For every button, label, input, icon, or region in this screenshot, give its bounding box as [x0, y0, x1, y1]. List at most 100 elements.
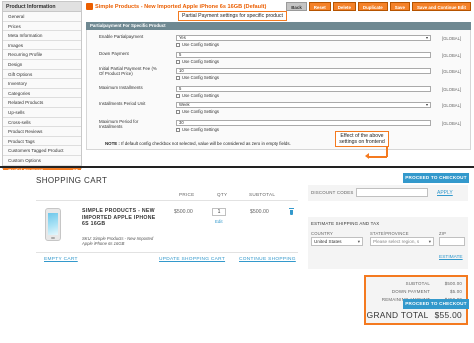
checkbox-label: Use Config Settings — [182, 75, 220, 80]
edit-link[interactable]: Edit — [215, 219, 223, 224]
section-header: Partialpayment For Specific Product — [86, 22, 471, 30]
delete-button[interactable]: Delete — [332, 2, 356, 11]
sidebar-title: Product Information — [3, 2, 81, 12]
save-continue-button[interactable]: Save and Continue Edit — [411, 2, 471, 11]
column-header-subtotal: SUBTOTAL — [249, 192, 276, 197]
item-price: $500.00 — [174, 209, 193, 215]
use-config-checkbox[interactable]: Use Config Settings — [176, 42, 219, 47]
quantity-input[interactable]: 1 — [212, 208, 226, 216]
initial-fee-input[interactable]: 10 — [176, 68, 431, 74]
table-divider — [36, 252, 298, 253]
subtotal-value: $500.00 — [444, 281, 462, 286]
sidebar-item-cross-sells[interactable]: Cross-sells — [3, 117, 81, 128]
zip-input[interactable] — [439, 237, 465, 246]
product-sku: SKU: Simple Products - New Imported Appl… — [82, 236, 154, 246]
estimate-link[interactable]: ESTIMATE — [439, 255, 463, 260]
note-label: NOTE : — [105, 141, 120, 146]
scope-label: [GLOBAL] — [442, 35, 462, 41]
sidebar-item-images[interactable]: Images — [3, 40, 81, 51]
down-payment-label: DOWN PAYMENT — [391, 289, 430, 294]
discount-code-input[interactable] — [356, 188, 428, 197]
subtotal-label: SUBTOTAL — [405, 281, 430, 286]
empty-cart-link[interactable]: EMPTY CART — [44, 257, 78, 262]
estimate-shipping-box: ESTIMATE SHIPPING AND TAX COUNTRY United… — [308, 217, 468, 269]
product-title-text: Simple Products - New Imported Apple iPh… — [95, 3, 267, 10]
shopping-cart-page: SHOPPING CART PROCEED TO CHECKOUT PRICE … — [0, 170, 474, 343]
form-note: NOTE : If default config checkbox not se… — [105, 141, 291, 146]
phone-home-button — [51, 237, 55, 239]
product-name[interactable]: SIMPLE PRODUCTS - NEW IMPORTED APPLE IPH… — [82, 208, 162, 228]
scope-label: [GLOBAL] — [442, 120, 462, 126]
product-title: Simple Products - New Imported Apple iPh… — [86, 3, 266, 10]
sidebar-item-general[interactable]: General — [3, 12, 81, 22]
max-installments-input[interactable]: 5 — [176, 86, 431, 92]
sidebar-item-product-tags[interactable]: Product Tags — [3, 136, 81, 147]
item-subtotal: $500.00 — [250, 209, 269, 215]
note-text: If default config checkbox not selected,… — [121, 141, 291, 146]
checkbox-label: Use Config Settings — [182, 93, 220, 98]
checkbox-icon — [176, 127, 180, 132]
product-icon — [86, 3, 93, 10]
field-label: Down Payment — [99, 51, 129, 56]
annotation-callout-settings: Partial Payment settings for specific pr… — [178, 11, 287, 21]
sidebar-item-customers-tagged-product[interactable]: Customers Tagged Product — [3, 146, 81, 156]
duplicate-button[interactable]: Duplicate — [357, 2, 388, 11]
apply-discount-link[interactable]: APPLY — [437, 190, 453, 196]
down-payment-input[interactable]: 5 — [176, 52, 431, 58]
down-payment-row: DOWN PAYMENT $5.00 — [392, 289, 462, 294]
sidebar-item-custom-options[interactable]: Custom Options — [3, 155, 81, 166]
period-unit-select[interactable]: Week — [176, 102, 431, 108]
sidebar-item-inventory[interactable]: Inventory — [3, 79, 81, 89]
use-config-checkbox[interactable]: Use Config Settings — [176, 127, 219, 132]
partial-payment-form: Enable Partialpayment Yes [GLOBAL] Use C… — [86, 30, 471, 150]
sidebar-item-design[interactable]: Design — [3, 59, 81, 70]
sidebar-item-gift-options[interactable]: Gift Options — [3, 69, 81, 80]
use-config-checkbox[interactable]: Use Config Settings — [176, 93, 219, 98]
proceed-to-checkout-button-bottom[interactable]: PROCEED TO CHECKOUT — [403, 299, 469, 309]
phone-screen — [48, 213, 58, 235]
proceed-to-checkout-button-top[interactable]: PROCEED TO CHECKOUT — [403, 173, 469, 183]
use-config-checkbox[interactable]: Use Config Settings — [176, 75, 219, 80]
sidebar-item-up-sells[interactable]: Up-sells — [3, 107, 81, 118]
use-config-checkbox[interactable]: Use Config Settings — [176, 59, 219, 64]
checkbox-label: Use Config Settings — [182, 42, 220, 47]
field-label: Installments Period Unit — [99, 101, 146, 106]
sidebar-item-related-products[interactable]: Related Products — [3, 98, 81, 108]
update-cart-link[interactable]: UPDATE SHOPPING CART — [159, 257, 225, 262]
discount-label: DISCOUNT CODES — [311, 190, 354, 195]
save-button[interactable]: Save — [389, 2, 410, 11]
grand-total-value: $55.00 — [434, 310, 462, 320]
down-payment-value: $5.00 — [450, 289, 462, 294]
state-select[interactable]: Please select region, s — [370, 237, 434, 246]
grand-total-label: GRAND TOTAL — [366, 310, 429, 320]
sidebar-item-product-reviews[interactable]: Product Reviews — [3, 127, 81, 137]
checkbox-label: Use Config Settings — [182, 127, 220, 132]
sidebar-item-categories[interactable]: Categories — [3, 88, 81, 99]
continue-shopping-link[interactable]: CONTINUE SHOPPING — [239, 257, 296, 262]
discount-codes-box: DISCOUNT CODES APPLY — [308, 185, 468, 201]
enable-partialpayment-select[interactable]: Yes — [176, 35, 431, 41]
checkbox-icon — [176, 93, 180, 98]
sidebar-item-prices[interactable]: Prices — [3, 21, 81, 32]
product-image[interactable] — [41, 208, 65, 243]
country-label: COUNTRY — [311, 231, 334, 236]
max-period-input[interactable]: 30 — [176, 120, 431, 126]
country-select[interactable]: United States — [311, 237, 363, 246]
column-header-qty: QTY — [217, 192, 228, 197]
scope-label: [GLOBAL] — [442, 86, 462, 92]
scope-label: [GLOBAL] — [442, 52, 462, 58]
field-label: Enable Partialpayment — [99, 34, 144, 39]
sidebar-item-meta-information[interactable]: Meta Information — [3, 31, 81, 41]
checkbox-icon — [176, 42, 180, 47]
sidebar-item-recurring-profile[interactable]: Recurring Profile — [3, 50, 81, 60]
use-config-checkbox[interactable]: Use Config Settings — [176, 109, 219, 114]
scope-label: [GLOBAL] — [442, 102, 462, 108]
trash-icon[interactable] — [289, 208, 294, 215]
section-divider — [0, 166, 474, 168]
checkbox-icon — [176, 59, 180, 64]
back-button[interactable]: Back — [286, 2, 307, 11]
field-label: Maximum Period for Installments — [99, 119, 139, 129]
cart-actions: EMPTY CART UPDATE SHOPPING CART CONTINUE… — [36, 257, 298, 265]
table-divider — [36, 200, 298, 201]
reset-button[interactable]: Reset — [308, 2, 331, 11]
